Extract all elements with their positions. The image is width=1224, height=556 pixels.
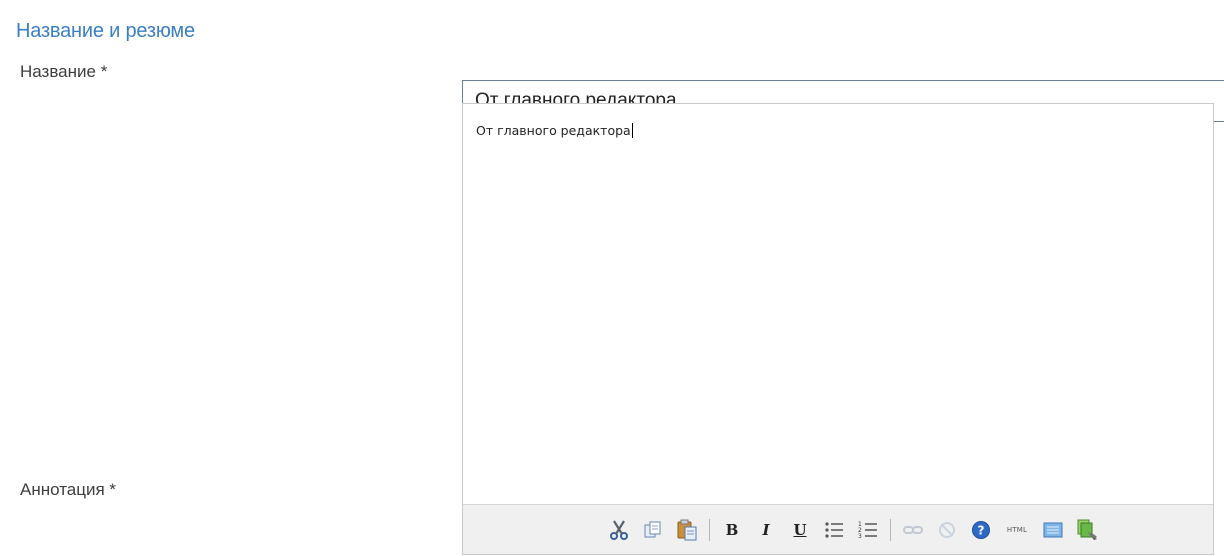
html-icon: HTML [1006, 525, 1028, 534]
italic-button[interactable]: I [754, 518, 778, 542]
image-icon[interactable] [1041, 518, 1065, 542]
title-label: Название * [20, 62, 108, 81]
paste-icon[interactable] [675, 518, 699, 542]
svg-text:3: 3 [858, 533, 862, 540]
numbered-list-icon[interactable]: 1 2 3 [856, 518, 880, 542]
italic-icon: I [762, 520, 770, 539]
annotation-label: Аннотация * [20, 480, 117, 499]
annotation-textarea[interactable]: От главного редактора [463, 104, 1213, 504]
annotation-editor: От главного редактора B I U 1 2 3 ? HTML [462, 103, 1214, 555]
help-icon[interactable]: ? [969, 518, 993, 542]
bold-icon: B [725, 520, 739, 539]
unlink-icon[interactable] [935, 518, 959, 542]
underline-icon: U [793, 520, 807, 539]
link-icon[interactable] [901, 518, 925, 542]
underline-button[interactable]: U [788, 518, 812, 542]
insert-media-icon[interactable] [1075, 518, 1099, 542]
annotation-text: От главного редактора [476, 123, 631, 138]
text-caret [631, 123, 633, 138]
section-title: Название и резюме [16, 20, 195, 42]
toolbar-separator [890, 518, 891, 541]
toolbar-separator [709, 518, 710, 541]
cut-icon[interactable] [607, 518, 631, 542]
html-button[interactable]: HTML [1003, 518, 1031, 542]
svg-text:?: ? [978, 523, 985, 537]
bullet-list-icon[interactable] [822, 518, 846, 542]
bold-button[interactable]: B [720, 518, 744, 542]
copy-icon[interactable] [641, 518, 665, 542]
editor-toolbar: B I U 1 2 3 ? HTML [463, 504, 1213, 554]
